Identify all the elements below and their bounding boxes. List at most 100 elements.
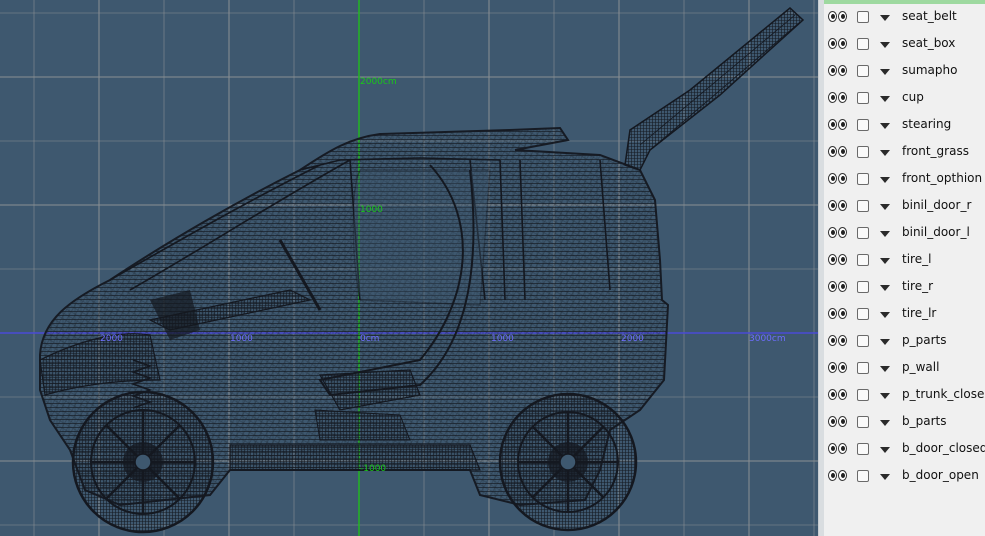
lock-checkbox[interactable] <box>857 470 869 482</box>
lock-checkbox[interactable] <box>857 92 869 104</box>
expand-triangle-icon[interactable] <box>880 447 890 453</box>
visibility-eye-icon[interactable] <box>828 443 848 455</box>
expand-triangle-icon[interactable] <box>880 96 890 102</box>
layer-name: seat_belt <box>902 9 957 23</box>
y-axis-label: -1000 <box>360 464 387 474</box>
layer-name: b_door_open <box>902 468 979 482</box>
visibility-eye-icon[interactable] <box>828 362 848 374</box>
expand-triangle-icon[interactable] <box>880 474 890 480</box>
expand-triangle-icon[interactable] <box>880 177 890 183</box>
lock-checkbox[interactable] <box>857 254 869 266</box>
y-axis-label: 2000cm <box>360 77 397 87</box>
layer-row[interactable]: b_door_open <box>824 463 985 490</box>
expand-triangle-icon[interactable] <box>880 231 890 237</box>
expand-triangle-icon[interactable] <box>880 123 890 129</box>
visibility-eye-icon[interactable] <box>828 308 848 320</box>
layer-name: stearing <box>902 117 952 131</box>
expand-triangle-icon[interactable] <box>880 204 890 210</box>
expand-triangle-icon[interactable] <box>880 393 890 399</box>
lock-checkbox[interactable] <box>857 416 869 428</box>
lock-checkbox[interactable] <box>857 227 869 239</box>
expand-triangle-icon[interactable] <box>880 150 890 156</box>
expand-triangle-icon[interactable] <box>880 312 890 318</box>
visibility-eye-icon[interactable] <box>828 281 848 293</box>
layer-row[interactable]: front_opthion <box>824 166 985 193</box>
layer-name: tire_r <box>902 279 934 293</box>
visibility-eye-icon[interactable] <box>828 65 848 77</box>
expand-triangle-icon[interactable] <box>880 42 890 48</box>
lock-checkbox[interactable] <box>857 362 869 374</box>
layer-name: sumapho <box>902 63 958 77</box>
front-wheel-mesh <box>71 390 215 534</box>
visibility-eye-icon[interactable] <box>828 416 848 428</box>
layer-name: b_parts <box>902 414 947 428</box>
visibility-eye-icon[interactable] <box>828 92 848 104</box>
layer-row[interactable]: binil_door_r <box>824 193 985 220</box>
layer-name: tire_lr <box>902 306 937 320</box>
lock-checkbox[interactable] <box>857 443 869 455</box>
lock-checkbox[interactable] <box>857 11 869 23</box>
3d-viewport[interactable]: 2000 1000 0cm 1000 2000 3000cm 2000cm 10… <box>0 0 818 536</box>
layer-row[interactable]: stearing <box>824 112 985 139</box>
expand-triangle-icon[interactable] <box>880 285 890 291</box>
visibility-eye-icon[interactable] <box>828 389 848 401</box>
layer-row[interactable]: seat_belt <box>824 4 985 31</box>
layer-row[interactable]: tire_lr <box>824 301 985 328</box>
layer-row[interactable]: p_trunk_closed <box>824 382 985 409</box>
expand-triangle-icon[interactable] <box>880 339 890 345</box>
lock-checkbox[interactable] <box>857 65 869 77</box>
lock-checkbox[interactable] <box>857 38 869 50</box>
x-axis-label: 3000cm <box>749 334 786 344</box>
expand-triangle-icon[interactable] <box>880 420 890 426</box>
lock-checkbox[interactable] <box>857 281 869 293</box>
layer-name: p_trunk_closed <box>902 387 985 401</box>
layer-row[interactable]: seat_box <box>824 31 985 58</box>
layer-name: cup <box>902 90 924 104</box>
layer-name: p_wall <box>902 360 940 374</box>
y-axis-label: 1000 <box>360 205 383 215</box>
visibility-eye-icon[interactable] <box>828 470 848 482</box>
expand-triangle-icon[interactable] <box>880 69 890 75</box>
smartphone-arm-mesh <box>624 7 805 171</box>
visibility-eye-icon[interactable] <box>828 335 848 347</box>
rear-wheel-mesh <box>498 392 638 532</box>
layer-row[interactable]: p_parts <box>824 328 985 355</box>
layer-row[interactable]: cup <box>824 85 985 112</box>
layer-row[interactable]: binil_door_l <box>824 220 985 247</box>
layer-row[interactable]: p_wall <box>824 355 985 382</box>
expand-triangle-icon[interactable] <box>880 15 890 21</box>
expand-triangle-icon[interactable] <box>880 258 890 264</box>
lock-checkbox[interactable] <box>857 200 869 212</box>
visibility-eye-icon[interactable] <box>828 173 848 185</box>
layer-row[interactable]: tire_l <box>824 247 985 274</box>
layer-row[interactable]: b_parts <box>824 409 985 436</box>
car-wireframe-model[interactable] <box>0 0 818 536</box>
lock-checkbox[interactable] <box>857 308 869 320</box>
layer-row[interactable]: tire_r <box>824 274 985 301</box>
layer-row[interactable]: b_door_closed <box>824 436 985 463</box>
x-axis-label: 1000 <box>230 334 253 344</box>
layer-row[interactable]: sumapho <box>824 58 985 85</box>
layer-row[interactable]: front_grass <box>824 139 985 166</box>
lock-checkbox[interactable] <box>857 335 869 347</box>
layer-name: front_opthion <box>902 171 983 185</box>
visibility-eye-icon[interactable] <box>828 227 848 239</box>
lock-checkbox[interactable] <box>857 146 869 158</box>
expand-triangle-icon[interactable] <box>880 366 890 372</box>
visibility-eye-icon[interactable] <box>828 11 848 23</box>
x-axis-label: 2000 <box>100 334 123 344</box>
visibility-eye-icon[interactable] <box>828 38 848 50</box>
layer-name: tire_l <box>902 252 932 266</box>
lock-checkbox[interactable] <box>857 119 869 131</box>
visibility-eye-icon[interactable] <box>828 146 848 158</box>
layer-name: binil_door_r <box>902 198 972 212</box>
visibility-eye-icon[interactable] <box>828 200 848 212</box>
visibility-eye-icon[interactable] <box>828 254 848 266</box>
layer-name: seat_box <box>902 36 956 50</box>
lock-checkbox[interactable] <box>857 173 869 185</box>
visibility-eye-icon[interactable] <box>828 119 848 131</box>
lock-checkbox[interactable] <box>857 389 869 401</box>
x-axis-label: 2000 <box>621 334 644 344</box>
layer-name: binil_door_l <box>902 225 970 239</box>
x-axis-label: 1000 <box>491 334 514 344</box>
